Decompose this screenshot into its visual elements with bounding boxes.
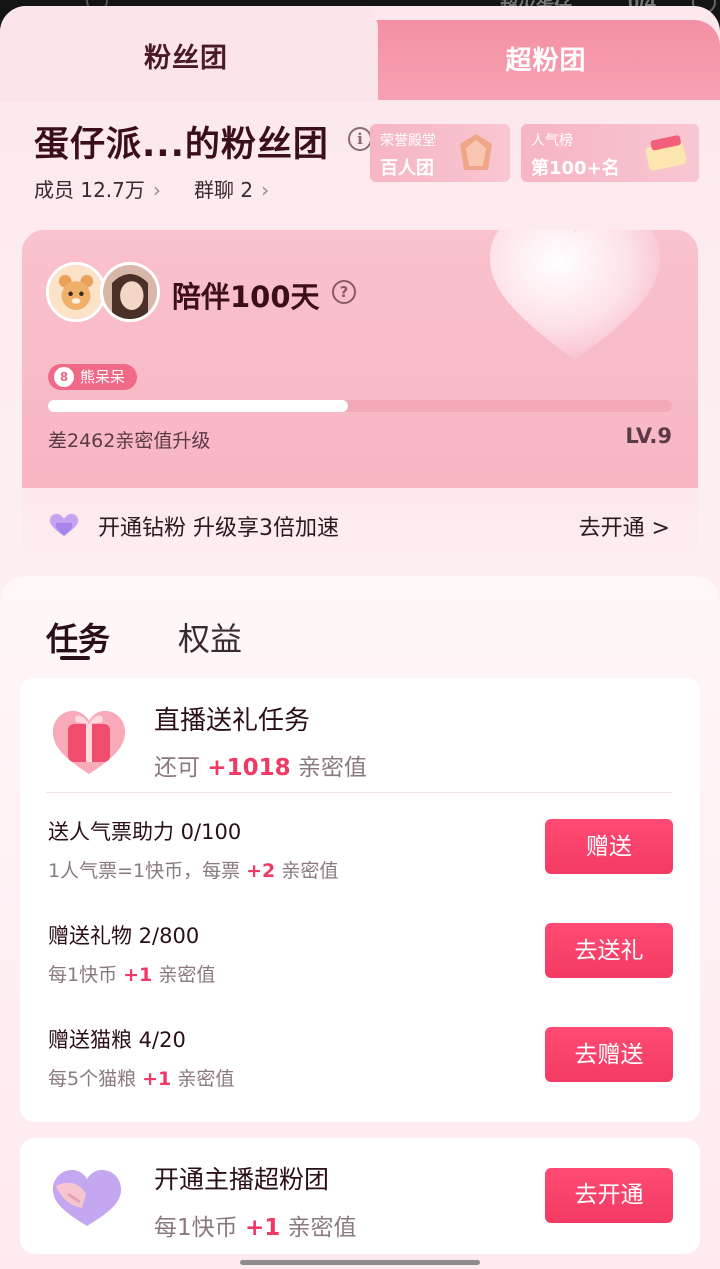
group-chat-link[interactable]: 群聊 2 › (194, 174, 269, 203)
ranking-icon (645, 135, 687, 171)
companion-days: 陪伴100天 (172, 280, 320, 314)
task-name-votes: 送人气票助力 0/100 (48, 820, 242, 844)
fan-club-sheet: 粉丝团 超粉团 蛋仔派...的粉丝团 i 成员 12.7万 › 群聊 2 › 荣誉殿… (0, 6, 720, 1269)
diamond-upgrade-row[interactable]: 开通钻粉 升级享3倍加速 去开通 > (22, 488, 698, 560)
chevron-right-icon: › (152, 178, 161, 202)
level-label: LV.9 (625, 424, 672, 448)
active-tab-indicator (60, 656, 90, 660)
task-desc-catfood: 每5个猫粮 +1 亲密值 (48, 1068, 235, 1090)
task-name-gifts: 赠送礼物 2/800 (48, 924, 200, 948)
task-name-catfood: 赠送猫粮 4/20 (48, 1028, 186, 1052)
page-title: 蛋仔派...的粉丝团 (34, 125, 329, 165)
task-desc-votes: 1人气票=1快币，每票 +2 亲密值 (48, 860, 339, 882)
upgrade-text: 开通钻粉 升级享3倍加速 (98, 516, 339, 541)
heart-icon (489, 230, 661, 360)
popularity-value: 第100+名 (531, 158, 620, 179)
send-gift-button[interactable]: 去送礼 (545, 923, 673, 978)
intimacy-progress-bar (48, 400, 672, 412)
nickname-badge: 8 熊呆呆 (48, 364, 138, 390)
super-fan-task-title: 开通主播超粉团 (154, 1165, 330, 1194)
live-gift-task-title: 直播送礼任务 (154, 706, 311, 736)
tab-benefits[interactable]: 权益 (178, 614, 242, 660)
home-indicator[interactable] (240, 1260, 480, 1265)
diamond-heart-icon (49, 513, 79, 536)
chevron-right-icon: › (261, 178, 270, 202)
live-gift-task-card: 直播送礼任务 还可 +1018 亲密值 送人气票助力 0/100 1人气票=1快… (20, 678, 700, 1122)
intimacy-card: 陪伴100天 ? 8 熊呆呆 差2462亲密值升级 LV.9 开通钻粉 升级享3… (22, 230, 698, 560)
streamer-avatar[interactable] (100, 262, 160, 322)
honor-hall-label: 荣誉殿堂 (380, 133, 436, 149)
progress-text: 差2462亲密值升级 (48, 430, 211, 452)
nickname: 熊呆呆 (80, 368, 126, 386)
divider (46, 792, 672, 793)
popularity-label: 人气榜 (531, 133, 573, 149)
honor-hall-badge[interactable]: 荣誉殿堂 百人团 (370, 124, 510, 182)
super-fan-task-desc: 每1快币 +1 亲密值 (154, 1215, 357, 1241)
tab-tasks[interactable]: 任务 (46, 614, 110, 660)
live-gift-task-remaining: 还可 +1018 亲密值 (154, 755, 367, 781)
members-link[interactable]: 成员 12.7万 › (34, 174, 161, 203)
nick-level: 8 (54, 367, 74, 387)
help-icon[interactable]: ? (332, 280, 356, 304)
send-votes-button[interactable]: 赠送 (545, 819, 673, 874)
open-super-fan-button[interactable]: 去开通 (545, 1168, 673, 1223)
honor-hall-value: 百人团 (380, 158, 434, 179)
info-icon[interactable]: i (348, 127, 372, 151)
intimacy-progress-fill (48, 400, 348, 412)
popularity-rank-badge[interactable]: 人气榜 第100+名 (521, 124, 699, 182)
gift-heart-icon (52, 710, 126, 774)
members-label: 成员 12.7万 (34, 178, 145, 202)
trophy-icon (460, 134, 492, 170)
bear-avatar[interactable] (46, 262, 106, 322)
send-catfood-button[interactable]: 去赠送 (545, 1027, 673, 1082)
super-fan-task-card: 开通主播超粉团 每1快币 +1 亲密值 去开通 (20, 1138, 700, 1254)
tab-super-fan[interactable]: 超粉团 (360, 40, 720, 77)
task-desc-gifts: 每1快币 +1 亲密值 (48, 964, 216, 986)
super-fan-heart-icon (52, 1169, 122, 1226)
group-chat-label: 群聊 2 (194, 178, 254, 202)
open-diamond-link[interactable]: 去开通 > (579, 510, 670, 542)
tab-fan-club[interactable]: 粉丝团 (0, 36, 372, 75)
